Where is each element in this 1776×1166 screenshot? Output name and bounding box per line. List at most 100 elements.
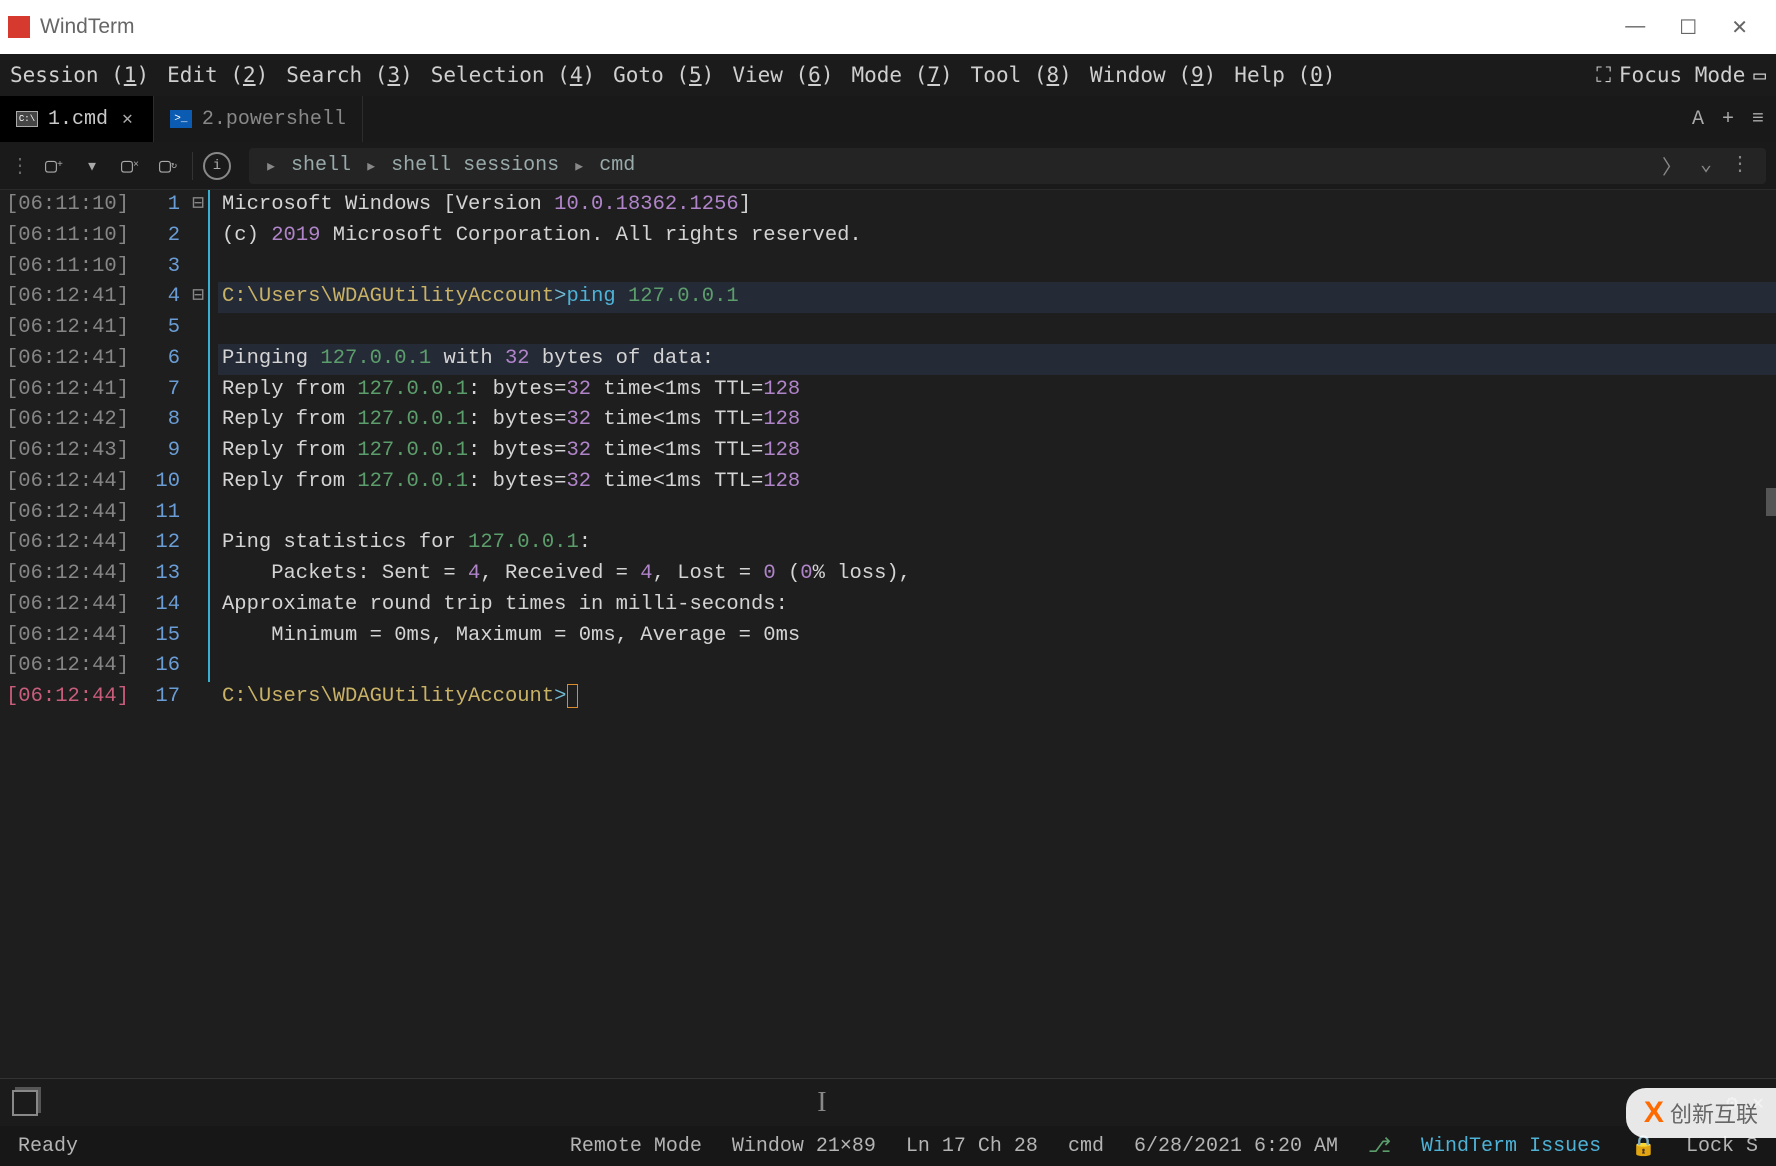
terminal-line: [06:12:44]17 C:\Users\WDAGUtilityAccount… bbox=[0, 682, 1776, 713]
timestamp: [06:12:44] bbox=[0, 467, 130, 498]
fold-toggle[interactable]: ⊟ bbox=[188, 282, 208, 313]
line-text: C:\Users\WDAGUtilityAccount>ping 127.0.0… bbox=[218, 282, 1776, 313]
line-number: 13 bbox=[130, 559, 188, 590]
terminal-line: [06:12:42]8 Reply from 127.0.0.1: bytes=… bbox=[0, 405, 1776, 436]
menu-help[interactable]: Help (0) bbox=[1234, 63, 1335, 87]
timestamp: [06:12:44] bbox=[0, 498, 130, 529]
restore-session-button[interactable]: ▢↻ bbox=[154, 152, 182, 180]
bottom-toolbar: I ⚙ ✕ bbox=[0, 1078, 1776, 1126]
timestamp: [06:12:44] bbox=[0, 621, 130, 652]
menu-tool[interactable]: Tool (8) bbox=[971, 63, 1072, 87]
toolbar: ⋮ ▢+ ▾ ▢× ▢↻ i ▸ shell ▸ shell sessions … bbox=[0, 142, 1776, 190]
menu-session[interactable]: Session (1) bbox=[10, 63, 149, 87]
cmd-icon: C:\ bbox=[16, 111, 38, 127]
chevron-down-icon[interactable]: ⌄ bbox=[1700, 151, 1712, 181]
close-session-button[interactable]: ▢× bbox=[116, 152, 144, 180]
breadcrumb-item[interactable]: cmd bbox=[599, 154, 635, 177]
info-icon[interactable]: i bbox=[203, 152, 231, 180]
line-text: Reply from 127.0.0.1: bytes=32 time<1ms … bbox=[218, 467, 1776, 498]
close-button[interactable]: ✕ bbox=[1731, 15, 1748, 40]
fold-toggle bbox=[188, 467, 208, 498]
line-text: Reply from 127.0.0.1: bytes=32 time<1ms … bbox=[218, 405, 1776, 436]
breadcrumb-item[interactable]: shell sessions bbox=[391, 154, 559, 177]
watermark-text: 创新互联 bbox=[1670, 1102, 1758, 1127]
app-title: WindTerm bbox=[40, 15, 135, 39]
panel-icon: ▭ bbox=[1753, 63, 1766, 87]
focus-mode-button[interactable]: ⛶ Focus Mode ▭ bbox=[1596, 63, 1766, 88]
window-controls: — ☐ ✕ bbox=[1625, 15, 1768, 40]
line-number: 3 bbox=[130, 252, 188, 283]
line-number: 14 bbox=[130, 590, 188, 621]
fold-toggle bbox=[188, 559, 208, 590]
status-ready: Ready bbox=[18, 1135, 78, 1158]
menu-view[interactable]: View (6) bbox=[732, 63, 833, 87]
breadcrumb-item[interactable]: shell bbox=[291, 154, 351, 177]
line-text: Reply from 127.0.0.1: bytes=32 time<1ms … bbox=[218, 436, 1776, 467]
ps-icon: >_ bbox=[170, 110, 192, 128]
menubar: Session (1) Edit (2) Search (3) Selection (… bbox=[0, 54, 1776, 96]
focus-icon: ⛶ bbox=[1596, 63, 1611, 88]
menu-search[interactable]: Search (3) bbox=[286, 63, 412, 87]
tab-1-cmd[interactable]: C:\ 1.cmd ✕ bbox=[0, 96, 154, 142]
menu-edit[interactable]: Edit (2) bbox=[167, 63, 268, 87]
breadcrumb[interactable]: ▸ shell ▸ shell sessions ▸ cmd 〉 ⌄ ⋮ bbox=[249, 148, 1766, 184]
fold-toggle bbox=[188, 252, 208, 283]
minimize-button[interactable]: — bbox=[1625, 15, 1645, 40]
line-number: 2 bbox=[130, 221, 188, 252]
menu-selection[interactable]: Selection (4) bbox=[431, 63, 595, 87]
terminal-line: [06:12:41]4⊟C:\Users\WDAGUtilityAccount>… bbox=[0, 282, 1776, 313]
tab-close-button[interactable]: ✕ bbox=[118, 108, 137, 130]
fold-toggle bbox=[188, 498, 208, 529]
status-remote-mode[interactable]: Remote Mode bbox=[570, 1135, 702, 1158]
chevron-right-icon[interactable]: 〉 bbox=[1662, 151, 1682, 181]
line-number: 11 bbox=[130, 498, 188, 529]
fold-toggle bbox=[188, 682, 208, 713]
text-cursor-icon: I bbox=[817, 1087, 826, 1119]
gutter bbox=[208, 344, 218, 375]
line-number: 12 bbox=[130, 528, 188, 559]
fold-toggle bbox=[188, 436, 208, 467]
gutter bbox=[208, 405, 218, 436]
tab-menu-button[interactable]: ≡ bbox=[1752, 108, 1764, 131]
fold-toggle bbox=[188, 313, 208, 344]
status-cursor-position[interactable]: Ln 17 Ch 28 bbox=[906, 1135, 1038, 1158]
more-icon[interactable]: ⋮ bbox=[1730, 151, 1750, 181]
line-text: Packets: Sent = 4, Received = 4, Lost = … bbox=[218, 559, 1776, 590]
fold-toggle[interactable]: ⊟ bbox=[188, 190, 208, 221]
titlebar: WindTerm — ☐ ✕ bbox=[0, 0, 1776, 54]
timestamp: [06:12:41] bbox=[0, 282, 130, 313]
line-text: Microsoft Windows [Version 10.0.18362.12… bbox=[218, 190, 1776, 221]
windterm-issues-link[interactable]: WindTerm Issues bbox=[1421, 1135, 1601, 1158]
menu-window[interactable]: Window (9) bbox=[1090, 63, 1216, 87]
line-number: 5 bbox=[130, 313, 188, 344]
gutter bbox=[208, 252, 218, 283]
add-tab-button[interactable]: + bbox=[1722, 108, 1734, 131]
terminal-line: [06:11:10]2 (c) 2019 Microsoft Corporati… bbox=[0, 221, 1776, 252]
timestamp: [06:12:42] bbox=[0, 405, 130, 436]
chevron-down-icon[interactable]: ▾ bbox=[78, 152, 106, 180]
tab-2-powershell[interactable]: >_ 2.powershell bbox=[154, 96, 363, 142]
menu-goto[interactable]: Goto (5) bbox=[613, 63, 714, 87]
tab-label: 1.cmd bbox=[48, 108, 108, 131]
font-size-button[interactable]: A bbox=[1692, 108, 1704, 131]
maximize-button[interactable]: ☐ bbox=[1679, 15, 1697, 40]
git-branch-icon[interactable]: ⎇ bbox=[1368, 1133, 1391, 1159]
fold-toggle bbox=[188, 621, 208, 652]
gutter bbox=[208, 621, 218, 652]
fold-toggle bbox=[188, 528, 208, 559]
line-number: 9 bbox=[130, 436, 188, 467]
menu-mode[interactable]: Mode (7) bbox=[851, 63, 952, 87]
timestamp: [06:12:44] bbox=[0, 651, 130, 682]
line-text: Approximate round trip times in milli-se… bbox=[218, 590, 1776, 621]
panel-stack-icon[interactable] bbox=[12, 1090, 38, 1116]
fold-toggle bbox=[188, 651, 208, 682]
terminal-line: [06:12:44]16 bbox=[0, 651, 1776, 682]
scrollbar-thumb[interactable] bbox=[1766, 488, 1776, 516]
new-session-button[interactable]: ▢+ bbox=[40, 152, 68, 180]
terminal-line: [06:11:10]3 bbox=[0, 252, 1776, 283]
terminal-output[interactable]: [06:11:10]1⊟Microsoft Windows [Version 1… bbox=[0, 190, 1776, 1078]
tab-label: 2.powershell bbox=[202, 108, 346, 131]
status-window-size: Window 21×89 bbox=[732, 1135, 876, 1158]
line-number: 1 bbox=[130, 190, 188, 221]
drag-handle-icon[interactable]: ⋮ bbox=[10, 153, 30, 179]
